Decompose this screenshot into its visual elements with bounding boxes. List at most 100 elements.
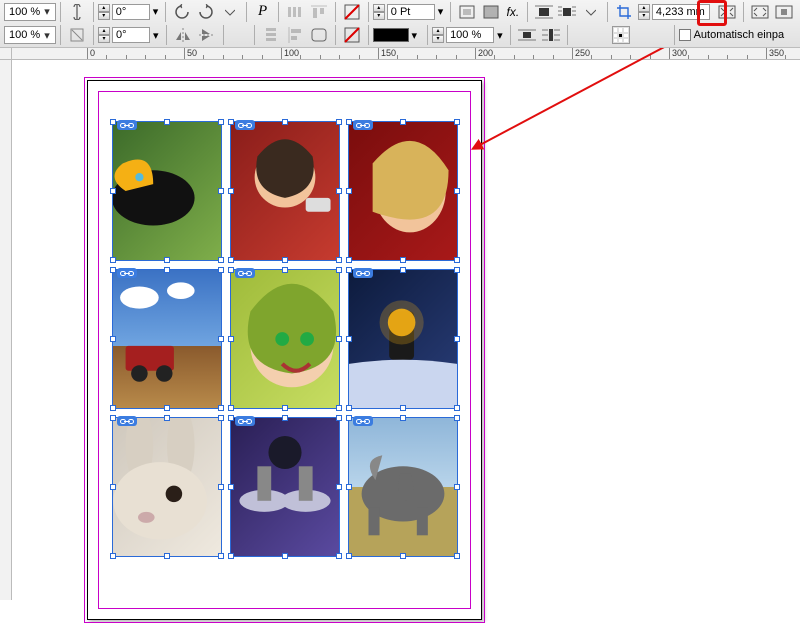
selection-handle[interactable] — [110, 553, 116, 559]
selection-handle[interactable] — [454, 188, 460, 194]
selection-handle[interactable] — [110, 257, 116, 263]
selection-handle[interactable] — [346, 405, 352, 411]
selection-handle[interactable] — [228, 553, 234, 559]
selection-handle[interactable] — [228, 336, 234, 342]
selection-handle[interactable] — [400, 119, 406, 125]
selection-handle[interactable] — [400, 405, 406, 411]
selection-handle[interactable] — [346, 336, 352, 342]
selection-handle[interactable] — [228, 188, 234, 194]
image-frame[interactable] — [112, 417, 222, 557]
crop-icon[interactable] — [613, 2, 635, 22]
spinner-arrows[interactable]: ▴▾ — [373, 4, 385, 20]
dropdown-arrow-icon[interactable]: ▾ — [497, 29, 503, 42]
selection-handle[interactable] — [400, 257, 406, 263]
selection-handle[interactable] — [454, 484, 460, 490]
selection-handle[interactable] — [282, 267, 288, 273]
link-attributes-icon[interactable] — [66, 2, 88, 22]
link-badge-icon[interactable] — [353, 416, 373, 426]
select-content-icon[interactable] — [456, 2, 478, 22]
link-badge-icon[interactable] — [117, 268, 137, 278]
canvas[interactable] — [12, 60, 800, 600]
selection-handle[interactable] — [454, 415, 460, 421]
selection-handle[interactable] — [346, 188, 352, 194]
selection-handle[interactable] — [110, 405, 116, 411]
spinner-arrows[interactable]: ▴▾ — [638, 4, 650, 20]
rotate-ccw-icon[interactable] — [171, 2, 193, 22]
scale-input[interactable] — [446, 27, 494, 43]
rotation-input-1[interactable] — [112, 4, 150, 20]
selection-handle[interactable] — [110, 336, 116, 342]
selection-handle[interactable] — [218, 484, 224, 490]
selection-handle[interactable] — [164, 415, 170, 421]
selection-handle[interactable] — [454, 267, 460, 273]
link-badge-icon[interactable] — [117, 120, 137, 130]
align-top-icon[interactable] — [308, 2, 330, 22]
selection-handle[interactable] — [336, 405, 342, 411]
selection-handle[interactable] — [110, 484, 116, 490]
wrap-around-icon[interactable] — [557, 2, 579, 22]
image-frame[interactable] — [112, 269, 222, 409]
selection-handle[interactable] — [228, 267, 234, 273]
dropdown-arrow-icon[interactable]: ▾ — [153, 5, 159, 18]
selection-handle[interactable] — [228, 119, 234, 125]
image-frame[interactable] — [112, 121, 222, 261]
wrap-dropdown-icon[interactable] — [580, 2, 602, 22]
selection-handle[interactable] — [336, 257, 342, 263]
selection-handle[interactable] — [346, 553, 352, 559]
scale-field[interactable]: ▴▾ — [432, 27, 494, 43]
ruler-origin[interactable] — [0, 48, 12, 60]
selection-handle[interactable] — [164, 553, 170, 559]
fill-color-swatch[interactable] — [373, 28, 409, 42]
selection-handle[interactable] — [346, 257, 352, 263]
selection-handle[interactable] — [110, 415, 116, 421]
selection-handle[interactable] — [218, 336, 224, 342]
image-frame[interactable] — [230, 269, 340, 409]
selection-handle[interactable] — [110, 119, 116, 125]
link-badge-icon[interactable] — [235, 416, 255, 426]
link-badge-icon[interactable] — [117, 416, 137, 426]
selection-handle[interactable] — [218, 188, 224, 194]
selection-handle[interactable] — [336, 119, 342, 125]
selection-handle[interactable] — [336, 553, 342, 559]
selection-handle[interactable] — [400, 267, 406, 273]
link-badge-icon[interactable] — [353, 120, 373, 130]
select-container-icon[interactable] — [480, 2, 502, 22]
rotation-input-2[interactable] — [112, 27, 150, 43]
selection-handle[interactable] — [228, 484, 234, 490]
wrap-none-icon[interactable] — [533, 2, 555, 22]
selection-handle[interactable] — [454, 405, 460, 411]
selection-handle[interactable] — [336, 188, 342, 194]
selection-handle[interactable] — [400, 415, 406, 421]
flip-horizontal-icon[interactable] — [172, 25, 194, 45]
spinner-arrows[interactable]: ▴▾ — [98, 27, 110, 43]
stroke-weight-field[interactable]: ▴▾ — [373, 4, 435, 20]
effects-icon[interactable]: fx. — [504, 2, 522, 22]
link-badge-icon[interactable] — [353, 268, 373, 278]
dropdown-arrow-icon[interactable]: ▾ — [153, 29, 159, 42]
selection-handle[interactable] — [454, 336, 460, 342]
selection-handle[interactable] — [400, 553, 406, 559]
reference-point-grid[interactable] — [612, 26, 630, 44]
dropdown-arrow-icon[interactable]: ▾ — [438, 5, 444, 18]
fill-none-icon[interactable] — [341, 25, 363, 45]
selection-handle[interactable] — [228, 257, 234, 263]
selection-handle[interactable] — [454, 553, 460, 559]
fit-frame-to-content-button[interactable] — [716, 2, 738, 22]
selection-handle[interactable] — [336, 336, 342, 342]
image-frame[interactable] — [348, 269, 458, 409]
link-badge-icon[interactable] — [235, 120, 255, 130]
rotate-cw-icon[interactable] — [195, 2, 217, 22]
image-frame[interactable] — [230, 417, 340, 557]
selection-handle[interactable] — [218, 415, 224, 421]
selection-handle[interactable] — [228, 415, 234, 421]
selection-handle[interactable] — [164, 119, 170, 125]
selection-handle[interactable] — [218, 405, 224, 411]
center-content-icon[interactable] — [773, 2, 795, 22]
corner-options-icon[interactable] — [308, 25, 330, 45]
zoom-combo-2[interactable]: 100 % ▾ — [4, 26, 56, 44]
image-frame[interactable] — [230, 121, 340, 261]
selection-handle[interactable] — [218, 553, 224, 559]
dropdown-arrow-icon[interactable]: ▾ — [412, 29, 418, 42]
selection-handle[interactable] — [110, 267, 116, 273]
spinner-arrows[interactable]: ▴▾ — [432, 27, 444, 43]
